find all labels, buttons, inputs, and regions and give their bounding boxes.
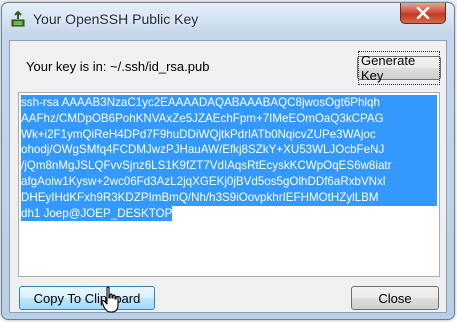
key-line: AAFhz/CMDpOB6PohKNVAxZe5JZAEchFpm+7IMeEO… bbox=[21, 110, 437, 127]
key-line: ssh-rsa AAAAB3NzaC1yc2EAAAADAQABAAABAQC8… bbox=[21, 95, 437, 111]
public-key-text[interactable]: ssh-rsa AAAAB3NzaC1yc2EAAAADAQABAAABAQC8… bbox=[21, 95, 437, 226]
copy-to-clipboard-button[interactable]: Copy To Clipboard bbox=[19, 286, 155, 310]
key-line: dh1 Joep@JOEP_DESKTOP bbox=[21, 205, 173, 222]
ssh-key-icon bbox=[10, 10, 26, 27]
generate-key-button[interactable]: Generate Key bbox=[357, 51, 441, 85]
close-x-icon bbox=[416, 7, 430, 19]
public-key-textarea[interactable]: ssh-rsa AAAAB3NzaC1yc2EAAAADAQABAAABAQC8… bbox=[18, 92, 440, 277]
dialog-body: Your key is in: ~/.ssh/id_rsa.pub Genera… bbox=[9, 40, 447, 313]
key-line: afgAoiw1Kysw+2wc06Fd3AzL2jqXGEKj0jBVd5os… bbox=[21, 173, 437, 190]
generate-key-label: Generate Key bbox=[358, 51, 440, 85]
key-line: /jQm8nMgJSLQFvvSjnz6LS1K9fZT7VdIAqsRtEcy… bbox=[21, 158, 437, 174]
key-line: Wk+i2F1ymQiReH4DPd7F9huDDiWQjtkPdrlATb0N… bbox=[21, 126, 437, 143]
key-line: DHEyIHdKFxh9R3KDZPImBmQ/Nh/h3S9iOovpkhrI… bbox=[21, 189, 437, 206]
window-close-button[interactable] bbox=[400, 3, 446, 24]
dialog-window: Your OpenSSH Public Key Your key is in: … bbox=[1, 2, 455, 320]
key-line: ohodj/OWgSMfq4FCDMJwzPJHauAW/Efkj8SZkY+X… bbox=[21, 142, 437, 159]
window-title: Your OpenSSH Public Key bbox=[33, 11, 199, 27]
key-path-label: Your key is in: ~/.ssh/id_rsa.pub bbox=[26, 59, 210, 74]
close-button[interactable]: Close bbox=[351, 286, 439, 310]
title-bar[interactable]: Your OpenSSH Public Key bbox=[2, 3, 454, 33]
